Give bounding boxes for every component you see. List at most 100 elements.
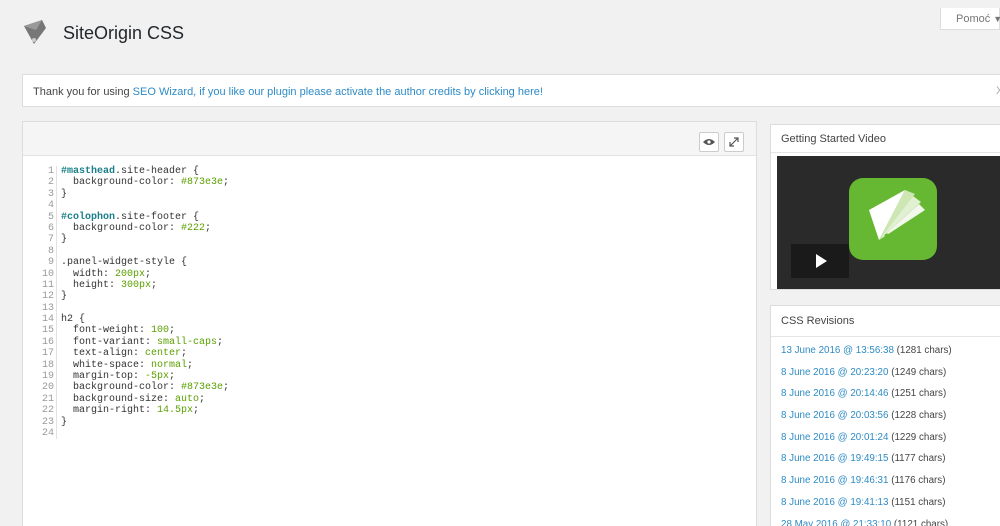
code-line: 12} xyxy=(23,291,756,303)
code-token: #masthead xyxy=(61,166,116,177)
editor-toolbar xyxy=(23,122,756,156)
help-tab-label: Pomoć xyxy=(956,13,991,25)
code-line: 6 background-color: #222; xyxy=(23,222,756,235)
code-text: background-color: #222; xyxy=(61,223,211,234)
code-token: ; xyxy=(217,336,224,348)
page-title: SiteOrigin CSS xyxy=(63,23,185,43)
code-token: -5px xyxy=(145,371,170,383)
expand-button[interactable] xyxy=(724,132,744,152)
revision-link[interactable]: 8 June 2016 @ 20:23:20 xyxy=(781,367,888,378)
code-token: normal xyxy=(151,359,188,371)
code-token: ; xyxy=(181,348,188,360)
code-line: 11 height: 300px; xyxy=(23,279,756,292)
line-number: 10 xyxy=(23,268,57,280)
code-line: 20 background-color: #873e3e; xyxy=(23,382,756,394)
revision-link[interactable]: 28 May 2016 @ 21:33:10 xyxy=(781,519,891,526)
code-token: font-weight: xyxy=(61,325,152,337)
line-number: 14 xyxy=(23,314,57,326)
code-token: #colophon xyxy=(61,211,116,223)
revision-item: 8 June 2016 @ 19:46:31 (1176 chars) xyxy=(781,475,1000,497)
code-token: small-caps xyxy=(157,336,218,348)
notice-dismiss-button[interactable]: X xyxy=(996,85,1000,97)
siteorigin-logo-icon xyxy=(24,20,46,44)
notice-text: Thank you for using xyxy=(33,86,133,98)
code-token: 200px xyxy=(115,268,146,280)
code-text: #colophon.site-footer { xyxy=(61,212,199,223)
notice-link[interactable]: SEO Wizard, if you like our plugin pleas… xyxy=(133,86,543,98)
code-token: ; xyxy=(193,405,200,417)
code-token: ; xyxy=(223,382,230,394)
line-number: 9 xyxy=(23,257,57,269)
line-number: 19 xyxy=(23,371,57,383)
code-token: 14.5px xyxy=(157,405,194,417)
code-token: h2 { xyxy=(61,314,86,326)
code-token: 300px xyxy=(121,279,152,291)
code-text: background-color: #873e3e; xyxy=(61,382,229,393)
line-number: 1 xyxy=(23,166,57,178)
revision-item: 8 June 2016 @ 20:03:56 (1228 chars) xyxy=(781,410,1000,432)
revision-item: 13 June 2016 @ 13:56:38 (1281 chars) xyxy=(781,345,1000,367)
line-number: 22 xyxy=(23,405,57,417)
code-text: background-color: #873e3e; xyxy=(61,177,229,188)
code-token: background-color: xyxy=(61,222,182,234)
code-text: height: 300px; xyxy=(61,280,157,291)
code-area[interactable]: 1 #masthead.site-header {2 background-col… xyxy=(23,166,756,440)
code-token: ; xyxy=(199,393,206,405)
code-text: width: 200px; xyxy=(61,269,151,280)
chevron-down-icon: ▼ xyxy=(993,14,1000,24)
line-number: 23 xyxy=(23,416,57,428)
revision-link[interactable]: 8 June 2016 @ 20:03:56 xyxy=(781,410,888,421)
preview-button[interactable] xyxy=(699,132,719,152)
line-number: 7 xyxy=(23,234,57,246)
code-token: ; xyxy=(145,268,152,280)
code-line: 22 margin-right: 14.5px; xyxy=(23,405,756,417)
line-number: 12 xyxy=(23,291,57,303)
revision-link[interactable]: 13 June 2016 @ 13:56:38 xyxy=(781,345,894,356)
code-token: margin-top: xyxy=(61,371,146,383)
code-token: background-size: xyxy=(61,393,176,405)
revision-link[interactable]: 8 June 2016 @ 19:46:31 xyxy=(781,475,888,486)
code-text: margin-top: -5px; xyxy=(61,371,175,382)
revision-item: 8 June 2016 @ 20:01:24 (1229 chars) xyxy=(781,432,1000,454)
code-token: .panel-widget-style { xyxy=(61,257,188,269)
revision-item: 8 June 2016 @ 19:41:13 (1151 chars) xyxy=(781,497,1000,519)
code-token: } xyxy=(61,188,68,200)
css-editor: 1 #masthead.site-header {2 background-col… xyxy=(22,121,757,526)
code-text: } xyxy=(61,234,67,245)
eye-icon xyxy=(703,139,715,145)
revision-item: 8 June 2016 @ 19:49:15 (1177 chars) xyxy=(781,453,1000,475)
code-token: } xyxy=(61,416,68,428)
code-text: } xyxy=(61,189,67,200)
code-token: font-variant: xyxy=(61,336,158,348)
revision-link[interactable]: 8 June 2016 @ 19:41:13 xyxy=(781,497,888,508)
revision-item: 28 May 2016 @ 21:33:10 (1121 chars) xyxy=(781,519,1000,526)
line-number: 13 xyxy=(23,302,57,315)
code-token: #873e3e xyxy=(181,177,224,189)
line-number: 11 xyxy=(23,279,57,292)
line-number: 5 xyxy=(23,211,57,223)
expand-icon xyxy=(729,137,739,147)
code-token: } xyxy=(61,291,68,303)
code-token: auto xyxy=(175,393,200,405)
revision-link[interactable]: 8 June 2016 @ 20:14:46 xyxy=(781,388,888,399)
code-line: 19 margin-top: -5px; xyxy=(23,371,756,383)
revision-link[interactable]: 8 June 2016 @ 20:01:24 xyxy=(781,432,888,443)
code-line: 4 xyxy=(23,200,756,212)
video-box-title: Getting Started Video xyxy=(771,125,1000,153)
help-tab[interactable]: Pomoć ▼ xyxy=(940,8,1000,30)
code-token: } xyxy=(61,234,68,246)
code-token: ; xyxy=(169,371,176,383)
play-button[interactable] xyxy=(791,244,849,278)
code-token: background-color: xyxy=(61,177,182,189)
revision-chars: (1229 chars) xyxy=(891,431,947,443)
video-player[interactable] xyxy=(777,156,1000,289)
code-line: 8 xyxy=(23,245,756,258)
revision-chars: (1151 chars) xyxy=(891,496,946,508)
line-number: 21 xyxy=(23,393,57,406)
code-line: 23} xyxy=(23,416,756,428)
code-text: font-variant: small-caps; xyxy=(61,337,223,348)
code-token: #222 xyxy=(181,222,206,234)
revision-link[interactable]: 8 June 2016 @ 19:49:15 xyxy=(781,453,888,464)
code-line: 15 font-weight: 100; xyxy=(23,325,756,337)
code-line: 3} xyxy=(23,188,756,201)
